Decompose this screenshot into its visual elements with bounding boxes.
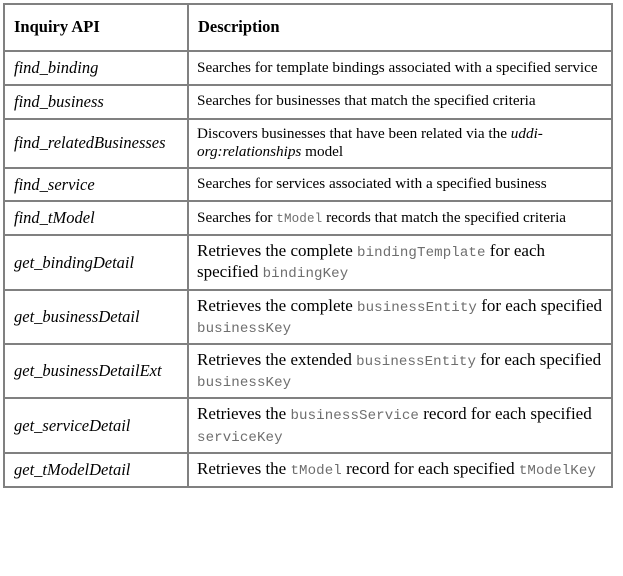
- code-term: bindingTemplate: [357, 245, 486, 262]
- column-header-description: Description: [189, 5, 613, 52]
- api-name-cell: get_tModelDetail: [5, 453, 189, 488]
- api-description-cell: Retrieves the tModel record for each spe…: [189, 453, 613, 488]
- table-row: get_tModelDetail Retrieves the tModel rec…: [5, 453, 613, 488]
- inquiry-api-table: Inquiry API Description find_binding Sear…: [3, 3, 613, 488]
- api-name-cell: get_bindingDetail: [5, 236, 189, 291]
- code-term: serviceKey: [197, 429, 283, 446]
- code-term: bindingKey: [262, 266, 349, 283]
- table-row: find_business Searches for businesses tha…: [5, 85, 613, 120]
- code-term: businessEntity: [356, 354, 477, 371]
- table-row: find_tModel Searches for tModel records t…: [5, 202, 613, 237]
- api-description-cell: Searches for businesses that match the s…: [189, 85, 613, 120]
- code-term: businessService: [290, 408, 419, 425]
- api-description-cell: Retrieves the businessService record for…: [189, 399, 613, 454]
- api-description-cell: Retrieves the complete businessEntity fo…: [189, 290, 613, 346]
- api-name-cell: find_relatedBusinesses: [5, 119, 189, 169]
- table-row: find_binding Searches for template bindin…: [5, 51, 613, 86]
- table-container: Inquiry API Description find_binding Sear…: [0, 0, 623, 488]
- api-description-cell: Discovers businesses that have been rela…: [189, 119, 613, 169]
- table-row: get_businessDetailExt Retrieves the exten…: [5, 345, 613, 400]
- table-body: find_binding Searches for template bindin…: [5, 51, 613, 488]
- table-row: get_businessDetail Retrieves the complete…: [5, 290, 613, 346]
- api-description-cell: Retrieves the extended businessEntity fo…: [189, 345, 613, 400]
- api-name-cell: find_tModel: [5, 202, 189, 237]
- api-name-cell: get_businessDetailExt: [5, 345, 189, 400]
- api-name-cell: get_serviceDetail: [5, 399, 189, 454]
- code-term: businessEntity: [357, 299, 477, 316]
- api-description-cell: Searches for template bindings associate…: [189, 51, 613, 86]
- api-description-cell: Searches for services associated with a …: [189, 168, 613, 203]
- table-header-row: Inquiry API Description: [5, 5, 613, 52]
- column-header-inquiry-api: Inquiry API: [5, 5, 189, 52]
- table-row: find_service Searches for services associ…: [5, 168, 613, 203]
- code-term: tModel: [290, 463, 342, 480]
- emphasis-term: uddi-org:relationships: [197, 124, 543, 161]
- code-term: tModelKey: [518, 463, 596, 480]
- api-name-cell: find_binding: [5, 51, 189, 86]
- table-row: get_serviceDetail Retrieves the businessS…: [5, 399, 613, 454]
- api-description-cell: Searches for tModel records that match t…: [189, 202, 613, 237]
- api-name-cell: find_service: [5, 168, 189, 203]
- api-name-cell: find_business: [5, 85, 189, 120]
- code-term: businessKey: [197, 375, 292, 392]
- table-row: find_relatedBusinesses Discovers business…: [5, 119, 613, 169]
- table-row: get_bindingDetail Retrieves the complete …: [5, 236, 613, 291]
- api-description-cell: Retrieves the complete bindingTemplate f…: [189, 236, 613, 291]
- api-name-cell: get_businessDetail: [5, 290, 189, 346]
- table-header: Inquiry API Description: [5, 5, 613, 52]
- code-term: businessKey: [197, 320, 292, 337]
- code-term: tModel: [276, 212, 323, 227]
